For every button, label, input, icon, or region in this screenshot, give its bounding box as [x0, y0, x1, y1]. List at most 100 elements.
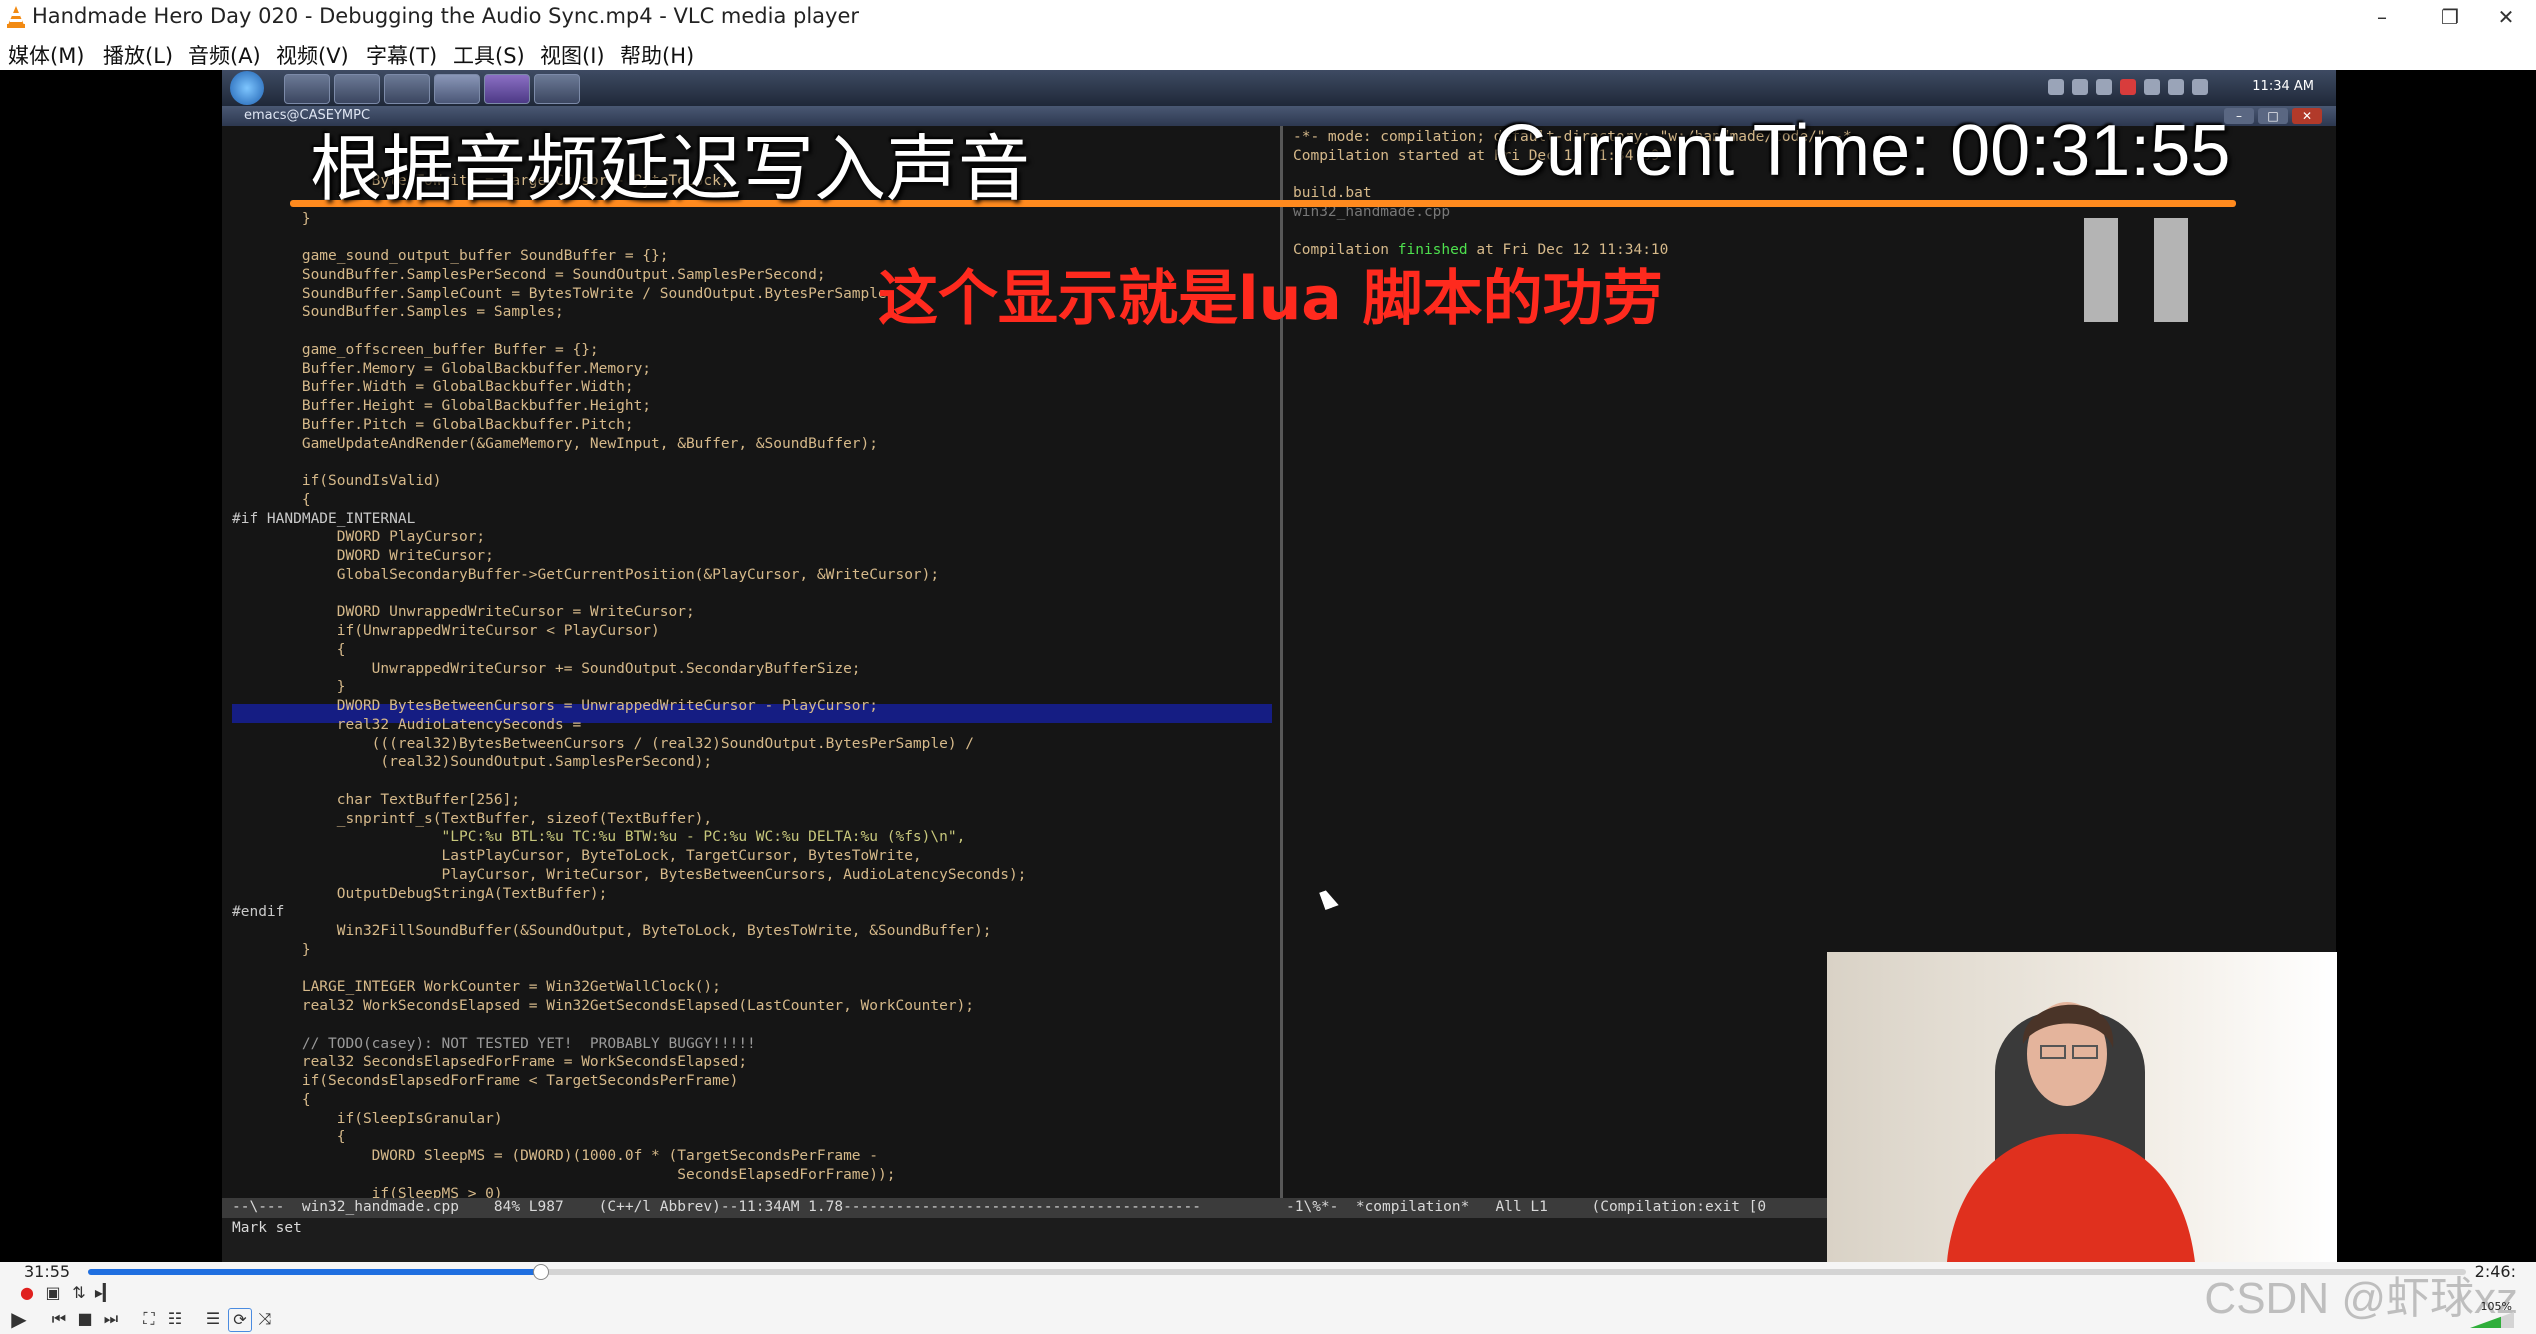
taskbar-clock: 11:34 AM: [2252, 79, 2314, 94]
code-line: if(UnwrappedWriteCursor < PlayCursor): [232, 623, 660, 639]
loop-button[interactable]: ⟳: [228, 1308, 252, 1332]
code-line: OutputDebugStringA(TextBuffer);: [232, 885, 608, 902]
tray-icon: [2048, 79, 2064, 95]
speaker-icon: [2144, 79, 2160, 95]
menu-playback[interactable]: 播放(L): [103, 40, 173, 70]
minimize-button[interactable]: –: [2352, 0, 2412, 34]
play-button[interactable]: ▶: [8, 1308, 30, 1330]
code-line: PlayCursor, WriteCursor, BytesBetweenCur…: [232, 866, 1027, 883]
code-line: }: [232, 210, 311, 227]
code-line: SoundBuffer.SampleCount = BytesToWrite /…: [232, 285, 896, 302]
current-time-overlay: Current Time: 00:31:55: [1494, 111, 2231, 191]
menu-help[interactable]: 帮助(H): [620, 40, 694, 70]
code-line: Buffer.Width = GlobalBackbuffer.Width;: [232, 379, 634, 396]
snapshot-button[interactable]: ▣: [42, 1282, 64, 1304]
windows-start-icon: [230, 71, 264, 105]
window-title: Handmade Hero Day 020 - Debugging the Au…: [32, 4, 860, 28]
modeline-left: --\--- win32_handmade.cpp 84% L987 (C++/…: [232, 1199, 1202, 1215]
compilation-command: build.bat: [1293, 185, 1372, 202]
menu-audio[interactable]: 音频(A): [188, 40, 261, 70]
player-controls: 31:55 2:46: ● ▣ ⇅ ▸▎ ▶ ⏮ ■ ⏭ ⛶ ☷ ☰ ⟳ ⤨ C…: [0, 1262, 2536, 1334]
code-line: {: [232, 1129, 346, 1146]
emacs-close-icon: ✕: [2292, 108, 2322, 124]
code-line: // TODO(casey): NOT TESTED YET! PROBABLY…: [232, 1035, 756, 1052]
pause-overlay-icon: [2154, 218, 2188, 322]
code-line: DWORD PlayCursor;: [232, 529, 486, 546]
code-line: real32 WorkSecondsElapsed = Win32GetSeco…: [232, 998, 975, 1014]
menu-view[interactable]: 视图(I): [540, 40, 605, 70]
code-line: {: [232, 1091, 311, 1108]
code-line: SecondsElapsedForFrame));: [232, 1166, 896, 1183]
code-line: game_sound_output_buffer SoundBuffer = {…: [232, 248, 669, 264]
network-icon: [2168, 79, 2184, 95]
code-line: LastPlayCursor, ByteToLock, TargetCursor…: [232, 848, 922, 864]
shuffle-button[interactable]: ⤨: [254, 1308, 276, 1330]
maximize-button[interactable]: ❐: [2420, 0, 2480, 34]
code-line: char TextBuffer[256];: [232, 791, 521, 808]
menu-video[interactable]: 视频(V): [276, 40, 349, 70]
code-line: real32 SecondsElapsedForFrame = WorkSeco…: [232, 1054, 748, 1071]
code-line: SoundBuffer.SamplesPerSecond = SoundOutp…: [232, 266, 826, 283]
emacs-icon: [434, 74, 480, 104]
code-line: GlobalSecondaryBuffer->GetCurrentPositio…: [232, 566, 940, 583]
tray-icon: [2072, 79, 2088, 95]
playlist-button[interactable]: ☰: [202, 1308, 224, 1330]
flag-icon: [2192, 79, 2208, 95]
frame-step-button[interactable]: ▸▎: [94, 1282, 116, 1304]
menu-tools[interactable]: 工具(S): [453, 40, 525, 70]
code-line: {: [232, 641, 346, 658]
emacs-maximize-icon: □: [2258, 108, 2288, 124]
video-area[interactable]: 11:34 AM emacs@CASEYMPC – □ ✕ BytesToWri…: [0, 70, 2536, 1262]
code-line: (real32)SoundOutput.SamplesPerSecond);: [232, 754, 713, 771]
next-button[interactable]: ⏭: [100, 1308, 122, 1330]
minibuffer: Mark set: [232, 1220, 302, 1236]
webcam-overlay: [1827, 952, 2337, 1262]
record-button[interactable]: ●: [16, 1282, 38, 1304]
seek-bar-fill: [88, 1269, 540, 1275]
code-line: }: [232, 679, 346, 696]
chrome-icon: [284, 74, 330, 104]
code-line: Buffer.Height = GlobalBackbuffer.Height;: [232, 398, 652, 414]
code-line: "LPC:%u BTL:%u TC:%u BTW:%u - PC:%u WC:%…: [232, 829, 966, 846]
code-line: game_offscreen_buffer Buffer = {};: [232, 341, 599, 358]
title-bar: Handmade Hero Day 020 - Debugging the Au…: [0, 0, 2536, 34]
code-line: {: [232, 491, 311, 508]
code-line: Buffer.Pitch = GlobalBackbuffer.Pitch;: [232, 416, 634, 433]
code-line: #endif: [232, 904, 285, 921]
loop-ab-button[interactable]: ⇅: [68, 1282, 90, 1304]
code-line: LARGE_INTEGER WorkCounter = Win32GetWall…: [232, 979, 721, 996]
extended-settings-button[interactable]: ☷: [164, 1308, 186, 1330]
code-line: if(SleepIsGranular): [232, 1110, 503, 1127]
code-line: DWORD SleepMS = (DWORD)(1000.0f * (Targe…: [232, 1148, 879, 1164]
menu-subtitle[interactable]: 字幕(T): [366, 40, 437, 70]
seek-handle[interactable]: [532, 1264, 549, 1280]
code-line: Buffer.Memory = GlobalBackbuffer.Memory;: [232, 360, 652, 377]
code-line: #if HANDMADE_INTERNAL: [232, 510, 416, 527]
menu-media[interactable]: 媒体(M): [8, 40, 85, 70]
annotation-text: 这个显示就是lua 脚本的功劳: [878, 264, 1663, 334]
terminal-icon: [384, 74, 430, 104]
watermark: CSDN @虾球xz: [2204, 1274, 2518, 1323]
code-line: UnwrappedWriteCursor += SoundOutput.Seco…: [232, 660, 861, 677]
code-line: DWORD UnwrappedWriteCursor = WriteCursor…: [232, 604, 695, 621]
vlc-cone-icon: [7, 6, 25, 28]
firefox-icon: [334, 74, 380, 104]
tray-icon: [2120, 79, 2136, 95]
subtitle-text: 根据音频延迟写入声音: [310, 127, 1031, 211]
presenter-figure: [1947, 1002, 2195, 1262]
close-button[interactable]: ✕: [2476, 0, 2536, 34]
volume-label: 105%: [2480, 1300, 2512, 1313]
previous-button[interactable]: ⏮: [48, 1308, 70, 1330]
code-line: real32 AudioLatencySeconds =: [232, 716, 582, 733]
code-line: DWORD WriteCursor;: [232, 548, 494, 564]
stop-button[interactable]: ■: [74, 1308, 96, 1330]
code-line: if(SoundIsValid): [232, 473, 442, 489]
code-line: DWORD BytesBetweenCursors = UnwrappedWri…: [232, 698, 879, 714]
code-line: Win32FillSoundBuffer(&SoundOutput, ByteT…: [232, 923, 992, 939]
pause-overlay-icon: [2084, 218, 2118, 322]
fullscreen-button[interactable]: ⛶: [138, 1308, 160, 1330]
seek-bar[interactable]: [88, 1264, 2466, 1280]
code-line: }: [232, 941, 311, 958]
code-line: SoundBuffer.Samples = Samples;: [232, 304, 564, 321]
code-line: GameUpdateAndRender(&GameMemory, NewInpu…: [232, 435, 879, 452]
